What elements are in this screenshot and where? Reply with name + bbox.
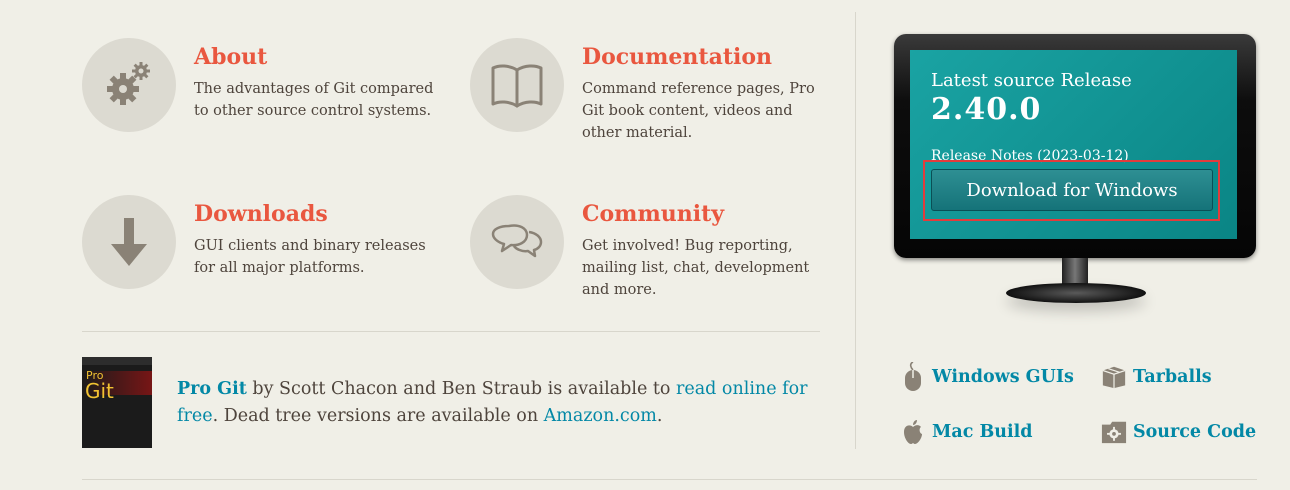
windows-guis-link[interactable]: Windows GUIs [900,362,1074,391]
tarballs-label: Tarballs [1133,367,1212,387]
book-icon [470,38,564,132]
feature-description: Get involved! Bug reporting, mailing lis… [582,238,810,298]
monitor-stand [1062,258,1088,286]
gear-folder-icon [1101,419,1127,445]
feature-title[interactable]: Community [582,201,724,227]
progit-book-cover[interactable]: Pro Git [82,357,152,448]
apple-icon [900,419,926,445]
progit-text-part: . Dead tree versions are available on [212,406,544,426]
feature-title[interactable]: Downloads [194,201,328,227]
mac-build-link[interactable]: Mac Build [900,419,1033,445]
progit-text-part: . [656,406,663,426]
latest-release-label: Latest source Release [931,70,1132,91]
chat-bubbles-icon [470,195,564,289]
box-icon [1101,364,1127,390]
download-arrow-icon [82,195,176,289]
bottom-divider [82,479,1257,480]
feature-about: About The advantages of Git compared to … [82,38,442,138]
mouse-icon [900,362,926,391]
feature-title[interactable]: About [194,44,267,70]
tarballs-link[interactable]: Tarballs [1101,364,1212,390]
section-divider [82,331,820,332]
mac-build-label: Mac Build [932,422,1033,442]
source-code-link[interactable]: Source Code [1101,419,1256,445]
feature-downloads: Downloads GUI clients and binary release… [82,195,442,295]
amazon-link[interactable]: Amazon.com [544,406,657,426]
progit-title-link[interactable]: Pro Git [177,379,247,399]
feature-description: The advantages of Git compared to other … [194,81,434,119]
source-code-label: Source Code [1133,422,1257,442]
progit-text-part: by Scott Chacon and Ben Straub is availa… [246,379,677,399]
windows-guis-label: Windows GUIs [932,367,1074,387]
gears-icon [82,38,176,132]
release-monitor: Latest source Release 2.40.0 Release Not… [894,34,1256,258]
download-windows-button[interactable]: Download for Windows [931,169,1213,211]
column-divider [855,12,856,449]
progit-text: Pro Git by Scott Chacon and Ben Straub i… [177,376,827,430]
release-screen: Latest source Release 2.40.0 Release Not… [910,50,1237,239]
feature-description: Command reference pages, Pro Git book co… [582,81,815,141]
release-version: 2.40.0 [931,92,1042,127]
feature-community: Community Get involved! Bug reporting, m… [470,195,830,298]
feature-description: GUI clients and binary releases for all … [194,238,426,276]
monitor-base [1006,283,1146,303]
feature-title[interactable]: Documentation [582,44,772,70]
book-cover-title-line2: Git [85,379,114,403]
feature-documentation: Documentation Command reference pages, P… [470,38,830,141]
